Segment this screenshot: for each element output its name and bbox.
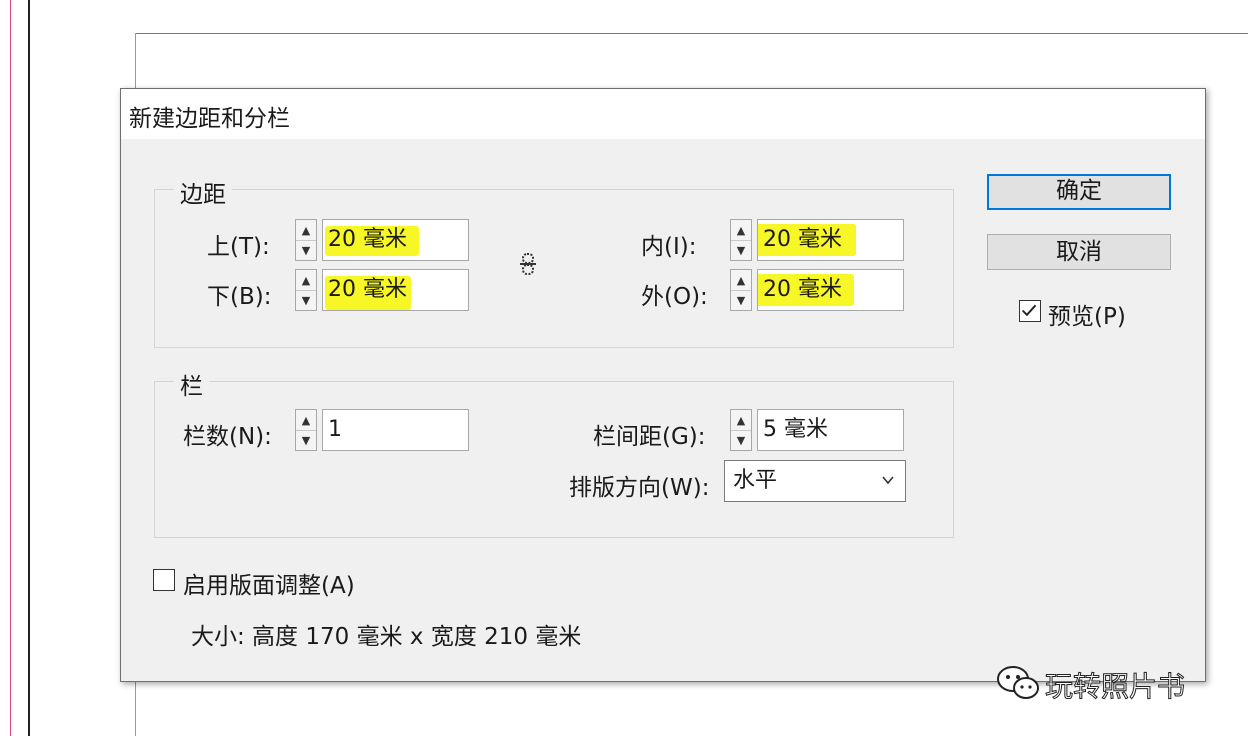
stepper-down-icon[interactable]: ▼ <box>731 290 751 310</box>
top-margin-label: 上(T): <box>207 234 270 260</box>
preview-label: 预览(P) <box>1048 304 1126 330</box>
stepper-up-icon[interactable]: ▲ <box>296 220 316 241</box>
size-info-text: 大小: 高度 170 毫米 x 宽度 210 毫米 <box>191 624 582 650</box>
outside-margin-input[interactable]: 20 毫米 <box>757 269 904 311</box>
wechat-icon <box>997 666 1039 699</box>
chevron-down-icon <box>882 476 894 485</box>
direction-select[interactable]: 水平 <box>724 460 906 502</box>
stepper-up-icon[interactable]: ▲ <box>296 410 316 431</box>
inside-margin-input[interactable]: 20 毫米 <box>757 219 904 261</box>
column-count-label: 栏数(N): <box>183 424 272 450</box>
stepper-up-icon[interactable]: ▲ <box>731 270 751 291</box>
gutter-label: 栏间距(G): <box>593 424 706 450</box>
chain-link-icon[interactable] <box>516 252 540 276</box>
direction-selected-value: 水平 <box>733 468 778 493</box>
bottom-margin-stepper[interactable]: ▲ ▼ <box>295 269 317 311</box>
dialog-titlebar[interactable]: 新建边距和分栏 <box>121 89 1205 139</box>
outside-margin-label: 外(O): <box>641 284 708 310</box>
dialog-title: 新建边距和分栏 <box>129 106 290 132</box>
ok-button[interactable]: 确定 <box>987 174 1171 210</box>
preview-checkbox[interactable] <box>1019 300 1041 322</box>
new-margins-columns-dialog: 新建边距和分栏 边距 上(T): ▲ ▼ 20 毫米 下(B): ▲ ▼ 20 … <box>120 88 1206 682</box>
direction-label: 排版方向(W): <box>569 475 710 501</box>
top-margin-stepper[interactable]: ▲ ▼ <box>295 219 317 261</box>
page-edge-line <box>28 0 30 736</box>
stepper-down-icon[interactable]: ▼ <box>296 430 316 450</box>
stepper-down-icon[interactable]: ▼ <box>731 240 751 260</box>
bottom-margin-input[interactable]: 20 毫米 <box>322 269 469 311</box>
margin-guide-left <box>10 0 11 736</box>
margins-legend: 边距 <box>174 175 232 209</box>
layout-adjust-checkbox[interactable] <box>153 569 175 591</box>
inside-margin-label: 内(I): <box>641 234 697 260</box>
gutter-stepper[interactable]: ▲ ▼ <box>730 409 752 451</box>
layout-adjust-label: 启用版面调整(A) <box>183 573 355 599</box>
watermark-text: 玩转照片书 <box>1044 670 1186 704</box>
column-count-stepper[interactable]: ▲ ▼ <box>295 409 317 451</box>
stepper-up-icon[interactable]: ▲ <box>731 410 751 431</box>
cancel-button[interactable]: 取消 <box>987 234 1171 270</box>
column-count-input[interactable]: 1 <box>322 409 469 451</box>
gutter-input[interactable]: 5 毫米 <box>757 409 904 451</box>
stepper-up-icon[interactable]: ▲ <box>731 220 751 241</box>
inside-margin-stepper[interactable]: ▲ ▼ <box>730 219 752 261</box>
columns-legend: 栏 <box>174 367 209 401</box>
bottom-margin-label: 下(B): <box>207 284 272 310</box>
watermark: 玩转照片书 <box>995 663 1215 704</box>
outside-margin-stepper[interactable]: ▲ ▼ <box>730 269 752 311</box>
top-margin-input[interactable]: 20 毫米 <box>322 219 469 261</box>
stepper-down-icon[interactable]: ▼ <box>731 430 751 450</box>
stepper-down-icon[interactable]: ▼ <box>296 240 316 260</box>
margin-guide-top <box>136 33 1248 34</box>
stepper-up-icon[interactable]: ▲ <box>296 270 316 291</box>
stepper-down-icon[interactable]: ▼ <box>296 290 316 310</box>
checkmark-icon <box>1021 304 1037 317</box>
